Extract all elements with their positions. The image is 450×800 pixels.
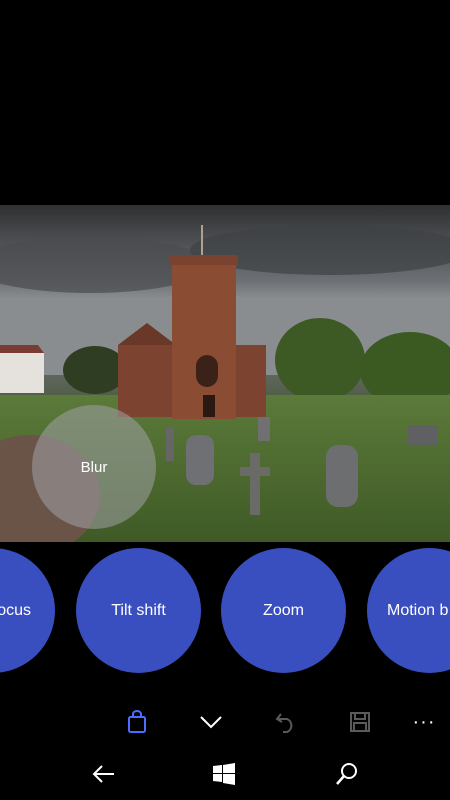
effect-tilt-shift-button[interactable]: Tilt shift bbox=[76, 548, 201, 673]
search-icon[interactable] bbox=[333, 760, 361, 788]
windows-icon[interactable] bbox=[210, 760, 238, 788]
chevron-down-icon[interactable] bbox=[197, 708, 225, 736]
blur-indicator-label: Blur bbox=[80, 458, 108, 476]
effect-zoom-button[interactable]: Zoom bbox=[221, 548, 346, 673]
effect-label: ocus bbox=[0, 601, 31, 619]
effect-label: Zoom bbox=[263, 601, 304, 619]
blur-indicator[interactable]: Blur bbox=[32, 405, 156, 529]
system-nav-bar bbox=[0, 748, 450, 800]
effect-focus-button[interactable]: ocus bbox=[0, 548, 55, 673]
effects-carousel[interactable]: ocus Tilt shift Zoom Motion b bbox=[0, 548, 450, 674]
effect-label: Motion b bbox=[387, 601, 449, 619]
more-icon[interactable]: ··· bbox=[410, 708, 438, 736]
back-icon[interactable] bbox=[89, 760, 117, 788]
shopping-bag-icon[interactable] bbox=[123, 708, 151, 736]
app-bar: ··· bbox=[0, 700, 450, 744]
undo-icon[interactable] bbox=[272, 708, 300, 736]
effect-motion-blur-button[interactable]: Motion b bbox=[367, 548, 450, 673]
save-icon[interactable] bbox=[346, 708, 374, 736]
effect-label: Tilt shift bbox=[111, 601, 166, 619]
